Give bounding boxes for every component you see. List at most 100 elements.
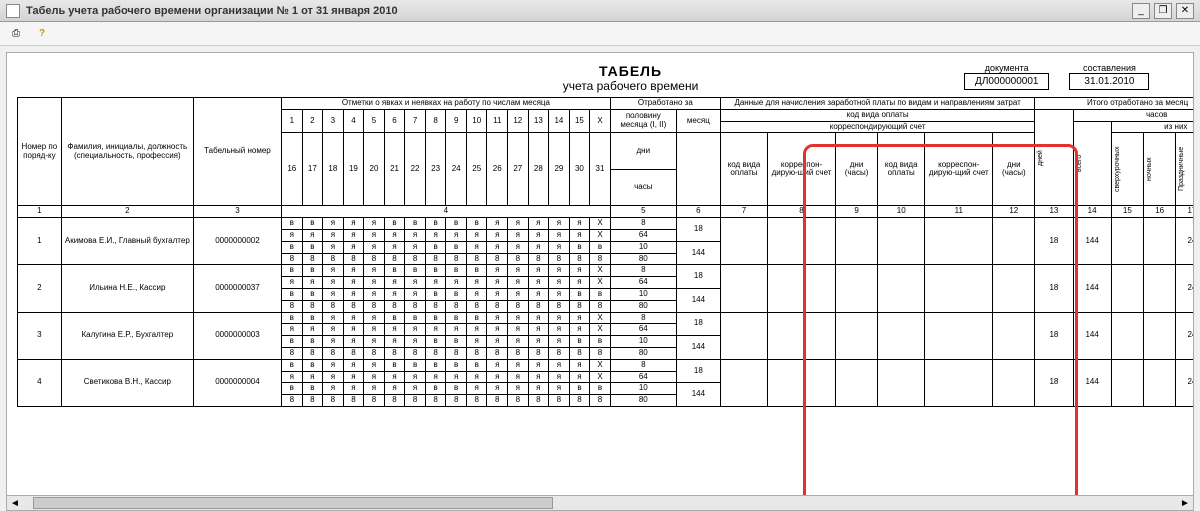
- mark-cell: я: [364, 229, 385, 241]
- mark-cell: в: [302, 359, 323, 371]
- scroll-thumb[interactable]: [33, 497, 553, 509]
- mark-cell: я: [569, 324, 590, 336]
- mark-cell: я: [549, 336, 570, 348]
- day-header: 29: [549, 133, 570, 206]
- mark-cell: 8: [569, 347, 590, 359]
- total-hours-all: 144: [1073, 265, 1111, 312]
- mark-cell: я: [508, 241, 529, 253]
- minimize-button[interactable]: _: [1132, 3, 1150, 19]
- half-hours: 64: [610, 371, 676, 383]
- mark-cell: в: [302, 312, 323, 324]
- mark-cell: 8: [425, 253, 446, 265]
- mark-cell: 8: [384, 300, 405, 312]
- mark-cell: я: [528, 265, 549, 277]
- mark-cell: я: [466, 383, 487, 395]
- mark-cell: 8: [343, 300, 364, 312]
- hdr-t-over: сверхурочных: [1114, 134, 1122, 204]
- mark-cell: в: [446, 218, 467, 230]
- print-button[interactable]: ⎙: [6, 24, 26, 44]
- hdr-t-all: всего: [1076, 128, 1084, 198]
- mark-cell: я: [364, 277, 385, 289]
- mark-cell: 8: [302, 300, 323, 312]
- month-hours: 144: [676, 288, 720, 312]
- row-num: 4: [18, 359, 62, 406]
- scroll-right-icon[interactable]: ►: [1177, 498, 1193, 509]
- mark-cell: 8: [282, 395, 303, 407]
- mark-cell: 8: [508, 300, 529, 312]
- mark-cell: 8: [425, 300, 446, 312]
- mark-cell: я: [446, 277, 467, 289]
- table-row: 4 Светикова В.Н., Кассир 0000000004 ввяя…: [18, 359, 1195, 371]
- day-header: 30: [569, 133, 590, 206]
- mark-cell: 8: [282, 300, 303, 312]
- mark-cell: я: [405, 241, 426, 253]
- mark-cell: я: [364, 241, 385, 253]
- hdr-sub-corr2: корреспон-дирую-щий счет: [925, 133, 993, 206]
- mark-cell: 8: [302, 253, 323, 265]
- mark-cell: 8: [343, 347, 364, 359]
- mark-cell: я: [508, 383, 529, 395]
- mark-cell: я: [528, 359, 549, 371]
- mark-cell: в: [282, 288, 303, 300]
- mark-cell: 8: [569, 395, 590, 407]
- mark-cell: я: [364, 312, 385, 324]
- hdr-paycode: код вида оплаты: [720, 109, 1034, 121]
- mark-cell: я: [323, 241, 344, 253]
- mark-cell: я: [466, 336, 487, 348]
- day-header: 7: [405, 109, 426, 133]
- mark-cell: 8: [590, 395, 611, 407]
- mark-cell: 8: [302, 347, 323, 359]
- mark-cell: 8: [323, 347, 344, 359]
- hdr-corr: корреспондирующий счет: [720, 121, 1034, 133]
- mark-cell: в: [425, 265, 446, 277]
- mark-cell: я: [487, 383, 508, 395]
- mark-cell: я: [487, 241, 508, 253]
- total-holiday: 24: [1176, 218, 1194, 265]
- half-hours2: 80: [610, 253, 676, 265]
- horizontal-scrollbar[interactable]: ◄ ►: [6, 495, 1194, 511]
- mark-cell: я: [549, 218, 570, 230]
- document-viewport[interactable]: ТАБЕЛЬ учета рабочего времени документа …: [6, 52, 1194, 502]
- mark-cell: 8: [590, 253, 611, 265]
- mark-cell: я: [549, 241, 570, 253]
- hdr-sub-code1: код вида оплаты: [720, 133, 767, 206]
- half-hours: 64: [610, 277, 676, 289]
- day-header: 31: [590, 133, 611, 206]
- mark-cell: 8: [364, 253, 385, 265]
- mark-cell: я: [508, 229, 529, 241]
- mark-cell: 8: [466, 300, 487, 312]
- mark-cell: я: [343, 288, 364, 300]
- mark-cell: в: [590, 241, 611, 253]
- total-holiday: 24: [1176, 359, 1194, 406]
- total-days: 18: [1035, 218, 1073, 265]
- mark-cell: в: [384, 265, 405, 277]
- mark-cell: я: [487, 229, 508, 241]
- close-button[interactable]: ✕: [1176, 3, 1194, 19]
- mark-cell: 8: [384, 347, 405, 359]
- scroll-left-icon[interactable]: ◄: [7, 498, 23, 509]
- mark-cell: я: [549, 288, 570, 300]
- document-icon: [6, 4, 20, 18]
- mark-cell: 8: [405, 300, 426, 312]
- mark-cell: я: [384, 277, 405, 289]
- mark-cell: я: [282, 324, 303, 336]
- day-header: 6: [384, 109, 405, 133]
- mark-cell: я: [528, 383, 549, 395]
- maximize-button[interactable]: ❐: [1154, 3, 1172, 19]
- mark-cell: в: [425, 218, 446, 230]
- half-days: 8: [610, 312, 676, 324]
- half-days2: 10: [610, 288, 676, 300]
- mark-cell: в: [466, 359, 487, 371]
- help-icon: ?: [39, 28, 45, 39]
- mark-cell: 8: [487, 300, 508, 312]
- mark-cell: в: [446, 241, 467, 253]
- mark-cell: X: [590, 229, 611, 241]
- mark-cell: я: [466, 324, 487, 336]
- day-header: 9: [446, 109, 467, 133]
- mark-cell: я: [323, 218, 344, 230]
- half-days: 8: [610, 218, 676, 230]
- half-hours2: 80: [610, 395, 676, 407]
- half-hours: 64: [610, 229, 676, 241]
- help-button[interactable]: ?: [32, 24, 52, 44]
- mark-cell: в: [446, 336, 467, 348]
